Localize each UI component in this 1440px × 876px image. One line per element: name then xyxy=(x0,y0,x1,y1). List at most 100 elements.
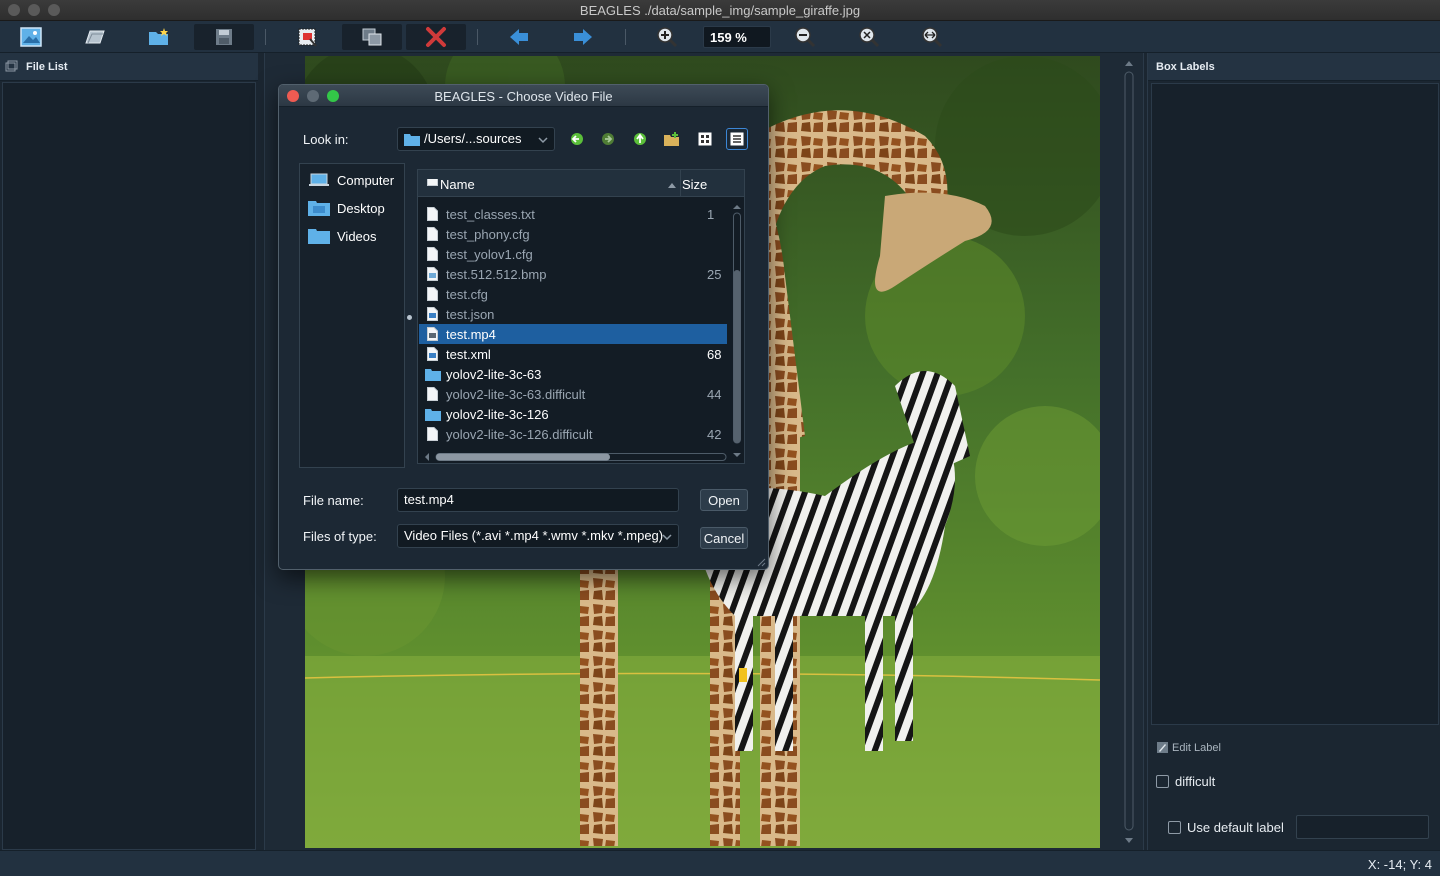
sidebar-item-label: Videos xyxy=(337,228,377,244)
file-row[interactable]: test_phony.cfg xyxy=(419,224,727,244)
files-of-type-value: Video Files (*.avi *.mp4 *.wmv *.mkv *.m… xyxy=(404,528,664,543)
file-row[interactable]: test_classes.txt 1 xyxy=(419,204,727,224)
sidebar-item-desktop[interactable]: Desktop xyxy=(308,198,385,218)
file-icon xyxy=(427,207,438,221)
file-icon xyxy=(427,227,438,241)
file-name: test_yolov1.cfg xyxy=(446,246,533,262)
chevron-down-icon xyxy=(538,137,548,144)
default-label-input[interactable] xyxy=(1296,815,1429,839)
open-file-button[interactable] xyxy=(78,24,112,50)
zoom-original-button[interactable] xyxy=(854,24,884,50)
file-size: 68 xyxy=(707,346,722,362)
files-of-type-combo[interactable]: Video Files (*.avi *.mp4 *.wmv *.mkv *.m… xyxy=(397,524,679,548)
folder-icon xyxy=(425,409,441,421)
file-row[interactable]: yolov2-lite-3c-126 xyxy=(419,404,727,424)
file-list[interactable] xyxy=(2,82,256,850)
image-file-icon xyxy=(427,267,438,281)
up-arrow-icon xyxy=(634,133,646,145)
parent-directory-button[interactable] xyxy=(630,129,650,149)
file-list-view[interactable]: Name Size test_classes.txt 1 test_phony.cf… xyxy=(417,169,745,464)
edit-icon xyxy=(1157,742,1168,753)
file-name: test_phony.cfg xyxy=(446,226,530,242)
file-list-title: File List xyxy=(26,60,68,73)
file-name: test.512.512.bmp xyxy=(446,266,547,282)
file-size: 1 xyxy=(707,206,715,222)
file-list-hscrollbar[interactable] xyxy=(420,451,730,463)
file-list-vscrollbar[interactable] xyxy=(730,200,744,462)
edit-label-button[interactable]: Edit Label xyxy=(1156,741,1221,754)
prev-image-button[interactable] xyxy=(502,24,536,50)
back-button[interactable] xyxy=(567,129,587,149)
file-name-input[interactable]: test.mp4 xyxy=(397,488,679,512)
detail-view-button[interactable] xyxy=(726,128,748,150)
toolbar-separator xyxy=(625,29,626,45)
file-row[interactable]: test_yolov1.cfg xyxy=(419,244,727,264)
file-row[interactable]: test.512.512.bmp 25 xyxy=(419,264,727,284)
zoom-in-icon xyxy=(657,27,678,48)
float-panel-icon[interactable] xyxy=(2,60,26,74)
look-in-value: /Users/...sources xyxy=(424,131,522,146)
delete-icon xyxy=(426,27,446,47)
canvas-vertical-scrollbar[interactable] xyxy=(1121,56,1137,848)
file-row[interactable]: yolov2-lite-3c-63 xyxy=(419,364,727,384)
duplicate-box-button[interactable] xyxy=(342,24,402,50)
difficult-checkbox[interactable] xyxy=(1156,775,1169,788)
file-name: test.mp4 xyxy=(446,326,496,342)
file-icon xyxy=(427,387,438,401)
next-image-button[interactable] xyxy=(566,24,600,50)
arrow-left-icon xyxy=(510,29,528,45)
save-icon xyxy=(216,29,232,45)
detail-view-icon xyxy=(730,132,744,146)
file-row[interactable]: test.cfg xyxy=(419,284,727,304)
file-row[interactable]: test.xml 68 xyxy=(419,344,727,364)
zoom-in-button[interactable] xyxy=(652,24,682,50)
file-row[interactable]: test.mp4 xyxy=(419,324,727,344)
save-button[interactable] xyxy=(194,24,254,50)
box-labels-list[interactable] xyxy=(1151,83,1439,725)
window-titlebar: BEAGLES ./data/sample_img/sample_giraffe… xyxy=(0,0,1440,21)
zoom-width-icon xyxy=(922,27,943,48)
use-default-label-text: Use default label xyxy=(1187,820,1284,835)
delete-box-button[interactable] xyxy=(406,24,466,50)
sidebar-item-label: Desktop xyxy=(337,200,385,216)
zoom-out-button[interactable] xyxy=(790,24,820,50)
open-image-button[interactable] xyxy=(14,24,48,50)
create-box-icon xyxy=(298,28,317,47)
open-dir-button[interactable] xyxy=(142,24,176,50)
cancel-button[interactable]: Cancel xyxy=(700,527,748,549)
sidebar-item-videos[interactable]: Videos xyxy=(308,226,377,246)
folder-icon xyxy=(425,369,441,381)
open-button[interactable]: Open xyxy=(700,489,748,511)
use-default-label-checkbox[interactable] xyxy=(1168,821,1181,834)
file-row[interactable]: yolov2-lite-3c-126.difficult 42 xyxy=(419,424,727,444)
folder-icon xyxy=(404,134,420,146)
new-folder-button[interactable] xyxy=(662,129,682,149)
forward-button[interactable] xyxy=(598,129,618,149)
edit-label-text: Edit Label xyxy=(1172,741,1221,754)
box-labels-panel: Box Labels Edit Label difficult Use defa… xyxy=(1147,53,1440,850)
zoom-out-icon xyxy=(795,27,816,48)
list-view-button[interactable] xyxy=(695,129,715,149)
chevron-down-icon xyxy=(662,534,672,541)
video-file-icon xyxy=(427,327,438,341)
fit-width-button[interactable] xyxy=(917,24,947,50)
arrow-right-icon xyxy=(574,29,592,45)
choose-video-file-dialog: BEAGLES - Choose Video File Look in: /Us… xyxy=(278,84,769,570)
file-icon xyxy=(427,179,438,186)
file-row[interactable]: test.json xyxy=(419,304,727,324)
dialog-titlebar: BEAGLES - Choose Video File xyxy=(279,85,768,107)
look-in-combo[interactable]: /Users/...sources xyxy=(397,127,555,151)
resize-grip-icon[interactable] xyxy=(756,557,766,567)
zoom-spinbox[interactable]: 159 % xyxy=(703,26,771,48)
file-size: 25 xyxy=(707,266,722,282)
file-size: 42 xyxy=(707,426,722,442)
file-row[interactable]: yolov2-lite-3c-63.difficult 44 xyxy=(419,384,727,404)
splitter-handle[interactable] xyxy=(407,315,412,320)
file-icon xyxy=(427,287,438,301)
sidebar-item-computer[interactable]: Computer xyxy=(308,170,394,190)
sidebar-item-label: Computer xyxy=(337,172,395,188)
difficult-label: difficult xyxy=(1175,774,1216,789)
create-box-button[interactable] xyxy=(290,24,324,50)
files-of-type-label: Files of type: xyxy=(303,529,377,544)
grid-view-icon xyxy=(698,132,712,146)
